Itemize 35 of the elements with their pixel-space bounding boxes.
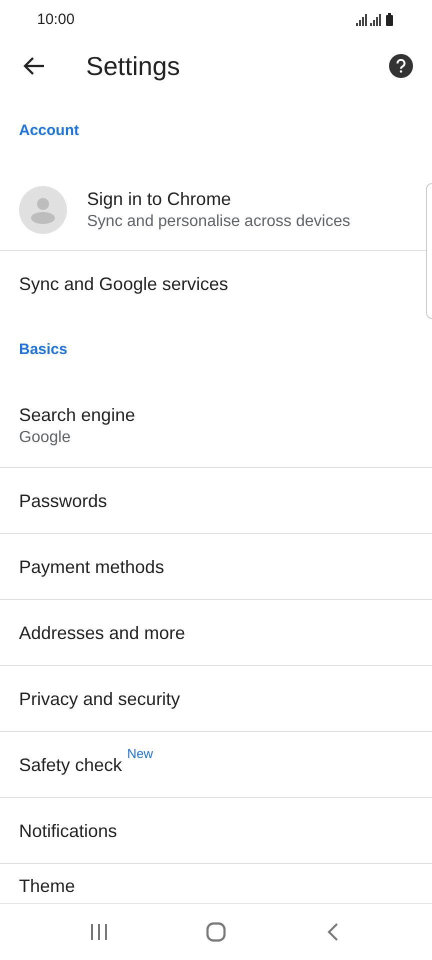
item-title: Sync and Google services: [19, 272, 228, 296]
back-arrow-icon: [23, 57, 45, 75]
item-title: Passwords: [19, 490, 108, 512]
settings-item[interactable]: Safety check New: [0, 732, 424, 797]
back-chevron-icon: [327, 922, 340, 942]
settings-item[interactable]: Search engine Google: [0, 384, 424, 467]
item-title: Search engine: [19, 404, 136, 426]
help-icon: [396, 59, 406, 73]
settings-item[interactable]: Payment methods: [0, 534, 424, 599]
settings-item[interactable]: Privacy and security: [0, 666, 424, 731]
home-icon: [206, 922, 226, 942]
new-label: New: [127, 746, 154, 760]
item-title: Sign in to Chrome: [87, 188, 232, 211]
status-icons: [356, 13, 396, 27]
item-title: Safety check: [19, 754, 122, 776]
section-header: Account: [19, 120, 79, 141]
settings-item[interactable]: Notifications: [0, 798, 424, 863]
recent-apps-icon: [90, 923, 108, 941]
item-subtitle: Google: [19, 428, 72, 448]
section-header: Basics: [19, 340, 68, 360]
avatar-icon: [19, 186, 67, 234]
item-title: Privacy and security: [19, 688, 180, 710]
item-title: Payment methods: [19, 556, 164, 578]
item-title: Notifications: [19, 820, 118, 842]
settings-item[interactable]: Sync and Google services: [0, 251, 424, 316]
settings-item[interactable]: Theme: [0, 864, 424, 902]
item-title: Addresses and more: [19, 622, 186, 644]
help-button[interactable]: [389, 54, 413, 78]
sign-in-item[interactable]: Sign in to Chrome Sync and personalise across devices: [0, 170, 424, 250]
status-time: 10:00: [37, 10, 75, 30]
item-title: Theme: [19, 875, 76, 898]
item-subtitle: Sync and personalise across devices: [87, 212, 350, 232]
page-title: Settings: [86, 50, 181, 82]
settings-item[interactable]: Passwords: [0, 468, 424, 533]
settings-item[interactable]: Addresses and more: [0, 600, 424, 665]
